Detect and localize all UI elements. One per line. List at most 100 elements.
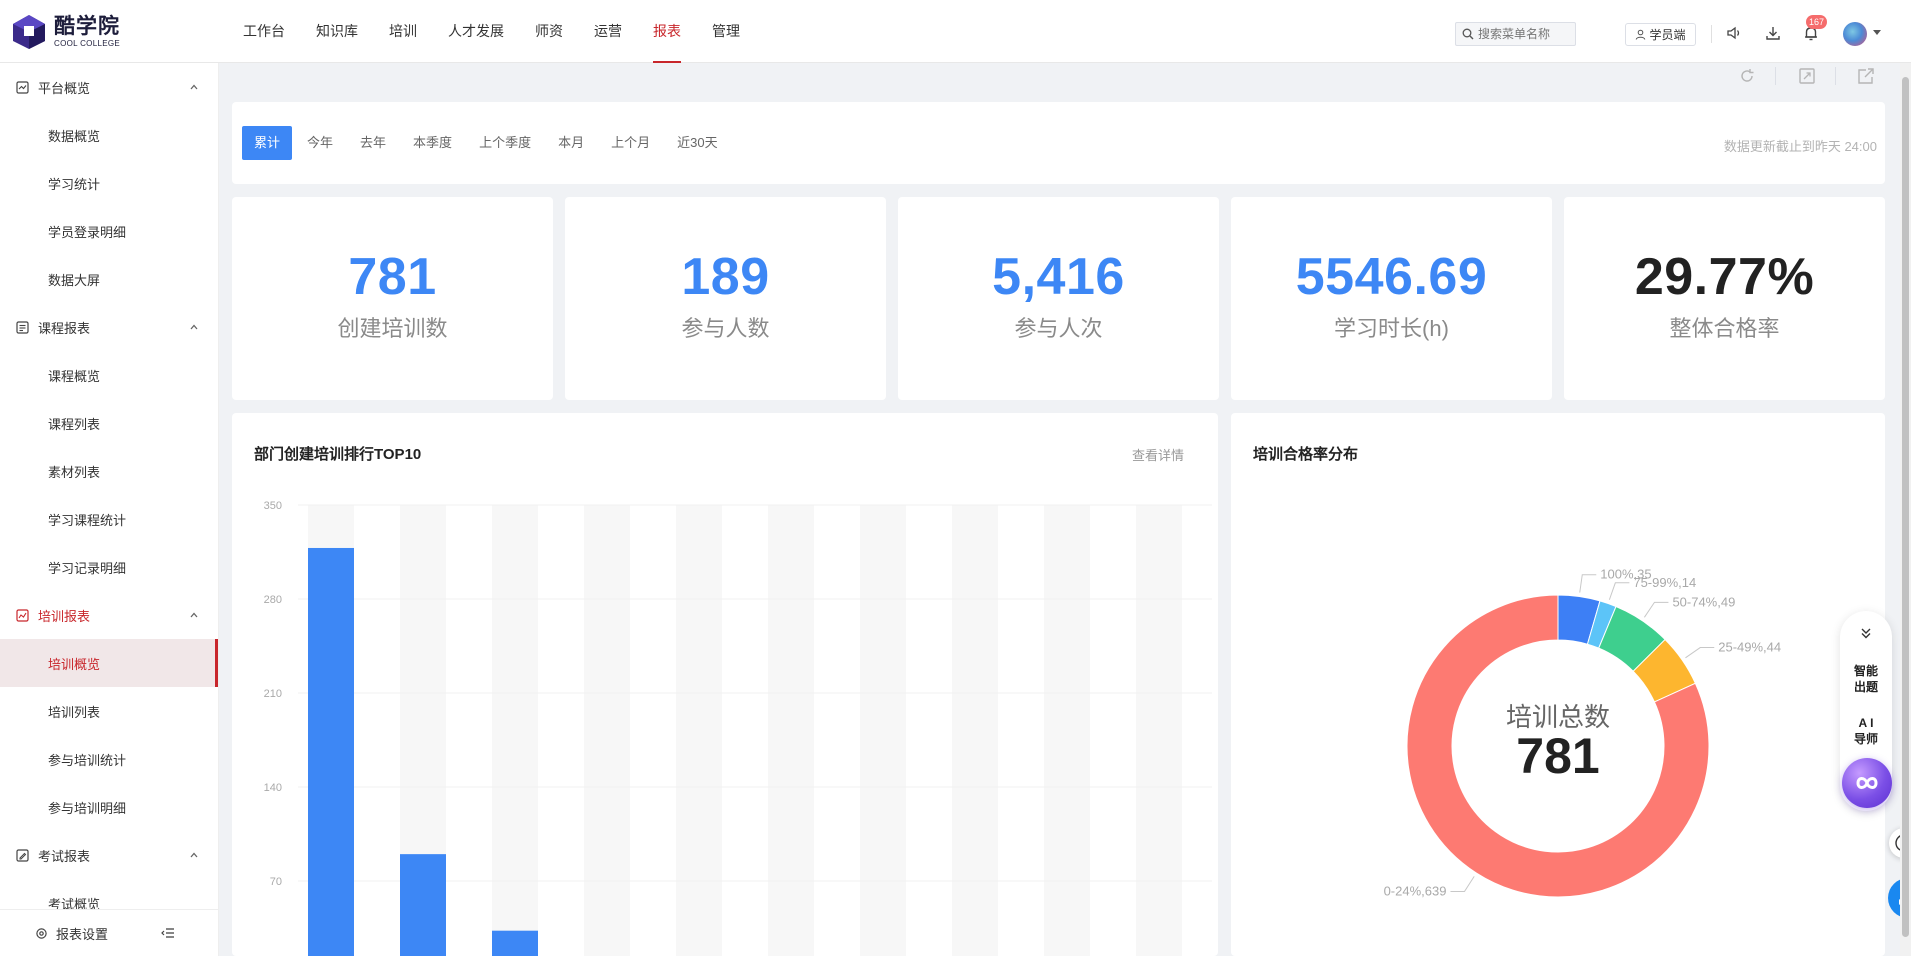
scrollbar-thumb[interactable] <box>1902 77 1909 937</box>
sidebar-item-training-list[interactable]: 培训列表 <box>0 687 218 735</box>
user-icon <box>1636 29 1646 40</box>
divider <box>1711 25 1712 43</box>
top-bar: 酷学院 COOL COLLEGE 工作台 知识库 培训 人才发展 师资 运营 报… <box>0 0 1911 63</box>
dashboard-icon <box>16 80 29 94</box>
sidebar-group-course[interactable]: 课程报表 <box>0 303 218 351</box>
student-side-button[interactable]: 学员端 <box>1625 23 1696 46</box>
stat-card-participations: 5,416 参与人次 <box>898 197 1219 400</box>
sidebar-item-data-overview[interactable]: 数据概览 <box>0 111 218 159</box>
sidebar-group-label: 平台概览 <box>38 80 91 96</box>
sidebar-item-big-screen[interactable]: 数据大屏 <box>0 255 218 303</box>
nav-training[interactable]: 培训 <box>389 0 417 63</box>
stat-card-pass-rate: 29.77% 整体合格率 <box>1564 197 1885 400</box>
y-tick-label: 350 <box>264 500 282 512</box>
double-chevron-down-icon[interactable] <box>1859 626 1873 640</box>
nav-talent[interactable]: 人才发展 <box>448 0 504 63</box>
stat-label: 学习时长(h) <box>1334 316 1449 341</box>
menu-search[interactable] <box>1455 22 1576 46</box>
sidebar-item-training-overview[interactable]: 培训概览 <box>0 639 218 687</box>
sidebar-item-training-participation-detail[interactable]: 参与培训明细 <box>0 783 218 831</box>
stat-label: 创建培训数 <box>337 316 448 341</box>
divider <box>1775 67 1776 85</box>
chevron-down-icon[interactable] <box>1873 30 1881 35</box>
tab-this-quarter[interactable]: 本季度 <box>401 126 464 160</box>
y-tick-label: 70 <box>270 876 282 888</box>
infinity-icon <box>1856 777 1878 789</box>
dept-ranking-bar-chart: 70 140 210 280 350 <box>264 500 1212 956</box>
tab-last-30-days[interactable]: 近30天 <box>665 126 729 160</box>
bar-background <box>676 505 722 956</box>
nav-management[interactable]: 管理 <box>712 0 740 63</box>
notification-badge: 167 <box>1806 15 1828 29</box>
slice-label: 50-74%,49 <box>1672 594 1735 609</box>
stat-card-participants: 189 参与人数 <box>565 197 886 400</box>
stat-value: 189 <box>681 248 770 306</box>
y-tick-label: 280 <box>264 594 282 606</box>
nav-knowledge[interactable]: 知识库 <box>316 0 358 63</box>
bar <box>400 854 446 956</box>
stat-value: 781 <box>348 248 437 306</box>
report-settings[interactable]: 报表设置 <box>0 909 218 956</box>
sidebar-group-exam[interactable]: 考试报表 <box>0 831 218 879</box>
sidebar-item-course-list[interactable]: 课程列表 <box>0 399 218 447</box>
collapse-menu-icon[interactable] <box>161 926 175 940</box>
bar-background <box>492 505 538 956</box>
page-scrollbar[interactable] <box>1900 63 1911 956</box>
sidebar-item-learning-stats[interactable]: 学习统计 <box>0 159 218 207</box>
download-icon[interactable] <box>1764 24 1782 42</box>
report-icon <box>16 320 29 334</box>
smart-question-button[interactable]: 智能出题 <box>1840 663 1892 695</box>
search-input[interactable] <box>1478 27 1573 41</box>
ai-tutor-button[interactable]: A I 导师 <box>1840 715 1892 747</box>
bar-background <box>860 505 906 956</box>
tab-cumulative[interactable]: 累计 <box>242 126 293 160</box>
sidebar-group-label: 课程报表 <box>38 320 91 336</box>
divider <box>1835 67 1836 85</box>
sidebar-group-training[interactable]: 培训报表 <box>0 591 218 639</box>
stat-card-study-hours: 5546.69 学习时长(h) <box>1231 197 1552 400</box>
tab-last-year[interactable]: 去年 <box>348 126 398 160</box>
tab-this-year[interactable]: 今年 <box>295 126 345 160</box>
speaker-icon[interactable] <box>1725 24 1743 42</box>
refresh-icon[interactable] <box>1738 67 1756 85</box>
slice-label-leader <box>1450 876 1475 893</box>
pass-rate-donut-chart: 100%,3575-99%,1450-74%,4925-49%,440-24%,… <box>1384 567 1782 899</box>
pass-rate-panel: 培训合格率分布 100%,35 75-99%,14 50-74%,49 25-49%,… <box>1231 413 1885 956</box>
period-filter-bar: 累计 今年 去年 本季度 上个季度 本月 上个月 近30天 数据更新截止到昨天 … <box>232 102 1885 184</box>
tab-this-month[interactable]: 本月 <box>546 126 596 160</box>
y-tick-label: 210 <box>264 688 282 700</box>
sidebar-group-label: 培训报表 <box>38 608 91 624</box>
chevron-up-icon <box>190 852 198 858</box>
fullscreen-icon[interactable] <box>1798 67 1816 85</box>
share-icon[interactable] <box>1857 67 1875 85</box>
sidebar-item-course-overview[interactable]: 课程概览 <box>0 351 218 399</box>
search-icon <box>1462 28 1474 40</box>
sidebar-item-login-detail[interactable]: 学员登录明细 <box>0 207 218 255</box>
stat-value: 5,416 <box>992 248 1125 306</box>
bar-background <box>1136 505 1182 956</box>
sidebar-item-course-learning-stats[interactable]: 学习课程统计 <box>0 495 218 543</box>
dept-ranking-panel: 部门创建培训排行TOP10 查看详情 70 140 210 280 350 <box>232 413 1218 956</box>
avatar[interactable] <box>1843 22 1867 46</box>
nav-operations[interactable]: 运营 <box>594 0 622 63</box>
sidebar-group-platform[interactable]: 平台概览 <box>0 63 218 111</box>
sidebar-item-learning-records[interactable]: 学习记录明细 <box>0 543 218 591</box>
tab-last-quarter[interactable]: 上个季度 <box>467 126 543 160</box>
y-tick-label: 140 <box>264 782 282 794</box>
sidebar-item-material-list[interactable]: 素材列表 <box>0 447 218 495</box>
tab-last-month[interactable]: 上个月 <box>599 126 662 160</box>
bar <box>492 930 538 956</box>
ai-assistant-orb[interactable] <box>1842 758 1892 808</box>
main-nav: 工作台 知识库 培训 人才发展 师资 运营 报表 管理 <box>243 0 771 63</box>
stat-label: 整体合格率 <box>1669 316 1780 341</box>
student-side-label: 学员端 <box>1649 28 1686 42</box>
slice-label-leader <box>1685 647 1715 659</box>
brand-name-cn: 酷学院 <box>54 15 120 38</box>
nav-workbench[interactable]: 工作台 <box>243 0 285 63</box>
sidebar-item-training-participation-stats[interactable]: 参与培训统计 <box>0 735 218 783</box>
nav-teachers[interactable]: 师资 <box>535 0 563 63</box>
logo[interactable]: 酷学院 COOL COLLEGE <box>12 14 120 50</box>
nav-reports[interactable]: 报表 <box>653 0 681 63</box>
slice-label: 25-49%,44 <box>1718 640 1781 655</box>
chart-icon <box>16 608 29 622</box>
